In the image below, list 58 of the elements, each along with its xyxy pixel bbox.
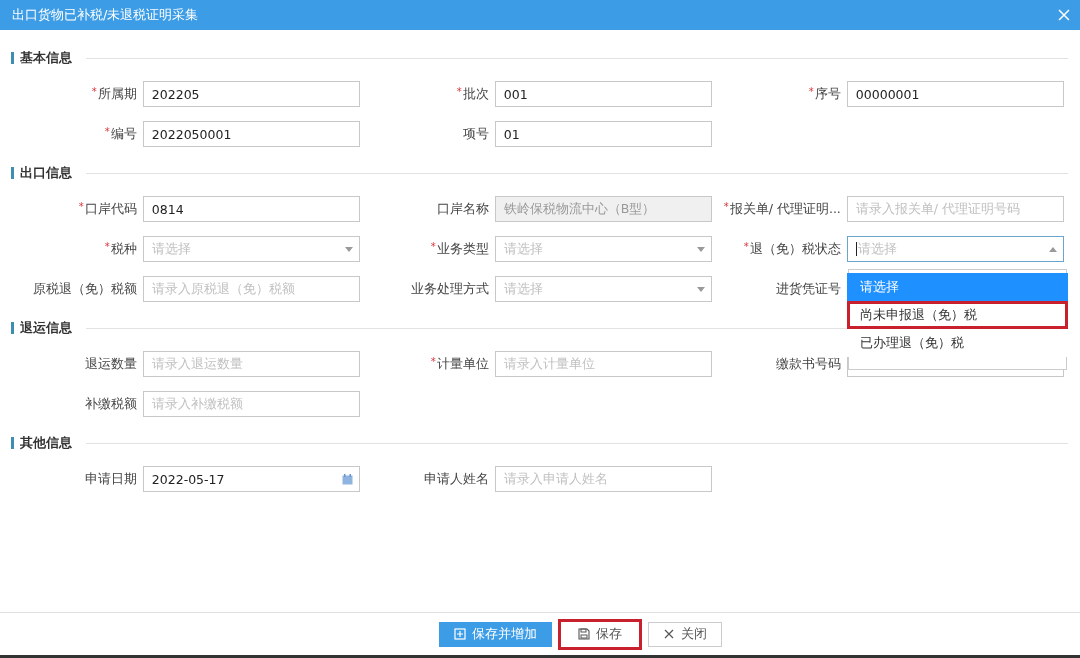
dropdown-option[interactable]: 已办理退（免）税 bbox=[847, 329, 1068, 357]
close-icon[interactable] bbox=[1058, 9, 1070, 21]
field-label: *序号 bbox=[807, 85, 842, 103]
field-label: *批次 bbox=[455, 85, 490, 103]
caret-up-icon bbox=[1049, 246, 1057, 252]
section-title: 出口信息 bbox=[20, 164, 72, 182]
input-field[interactable]: 请录入申请人姓名 bbox=[494, 466, 712, 492]
save-button[interactable]: 保存 bbox=[557, 618, 642, 650]
field-label: 申请日期 bbox=[83, 470, 138, 488]
close-icon bbox=[662, 628, 675, 640]
input-field[interactable]: 00000001 bbox=[846, 81, 1064, 107]
save-icon bbox=[577, 628, 590, 640]
dropdown-option[interactable]: 尚未申报退（免）税 bbox=[847, 301, 1068, 329]
field-label: 项号 bbox=[461, 125, 490, 143]
select-field[interactable]: 请选择 bbox=[494, 276, 712, 302]
input-field[interactable]: 2022050001 bbox=[142, 121, 360, 147]
input-field[interactable]: 0814 bbox=[142, 196, 360, 222]
input-field[interactable]: 铁岭保税物流中心（B型） bbox=[494, 196, 712, 222]
select-field[interactable]: 请选择 bbox=[846, 236, 1064, 262]
input-field[interactable]: 001 bbox=[494, 81, 712, 107]
section-title: 其他信息 bbox=[20, 434, 72, 452]
field-label: 业务处理方式 bbox=[409, 280, 490, 298]
input-field[interactable]: 请录入补缴税额 bbox=[142, 391, 360, 417]
input-field[interactable]: 请录入计量单位 bbox=[494, 351, 712, 377]
field-label: 进货凭证号 bbox=[774, 280, 842, 298]
select-field[interactable]: 请选择 bbox=[494, 236, 712, 262]
field-label: *所属期 bbox=[90, 85, 138, 103]
input-field[interactable]: 01 bbox=[494, 121, 712, 147]
field-label: 补缴税额 bbox=[83, 395, 138, 413]
save-and-add-button[interactable]: 保存并增加 bbox=[438, 621, 552, 647]
caret-down-icon bbox=[697, 246, 705, 252]
field-label: *口岸代码 bbox=[77, 200, 138, 218]
section-title: 基本信息 bbox=[20, 49, 72, 67]
input-field[interactable]: 请录入报关单/ 代理证明号码 bbox=[846, 196, 1064, 222]
field-label: 退运数量 bbox=[83, 355, 138, 373]
dropdown-option[interactable]: 请选择 bbox=[847, 273, 1068, 301]
add-icon bbox=[453, 628, 466, 640]
date-field[interactable]: 2022-05-17 bbox=[142, 466, 360, 492]
field-label: 申请人姓名 bbox=[422, 470, 490, 488]
input-field[interactable]: 请录入退运数量 bbox=[142, 351, 360, 377]
field-label: *业务类型 bbox=[429, 240, 490, 258]
input-field[interactable]: 请录入原税退（免）税额 bbox=[142, 276, 360, 302]
field-label: *退（免）税状态 bbox=[742, 240, 842, 258]
field-label: *编号 bbox=[103, 125, 138, 143]
field-label: *报关单/ 代理证明... bbox=[722, 200, 842, 218]
field-label: *计量单位 bbox=[429, 355, 490, 373]
calendar-icon bbox=[342, 473, 353, 485]
select-field[interactable]: 请选择 bbox=[142, 236, 360, 262]
window-title: 出口货物已补税/未退税证明采集 bbox=[12, 6, 199, 24]
field-label: 口岸名称 bbox=[435, 200, 490, 218]
field-label: 缴款书号码 bbox=[774, 355, 842, 373]
input-field[interactable]: 202205 bbox=[142, 81, 360, 107]
caret-down-icon bbox=[345, 246, 353, 252]
caret-down-icon bbox=[697, 286, 705, 292]
close-button[interactable]: 关闭 bbox=[647, 621, 722, 647]
field-label: 原税退（免）税额 bbox=[31, 280, 138, 298]
field-label: *税种 bbox=[103, 240, 138, 258]
section-title: 退运信息 bbox=[20, 319, 72, 337]
